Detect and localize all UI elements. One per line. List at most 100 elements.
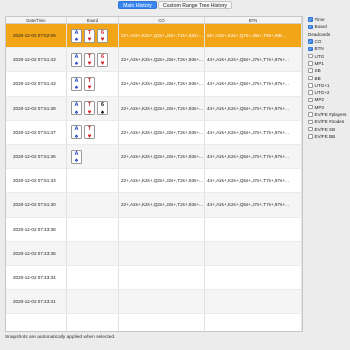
cell-board xyxy=(67,241,119,265)
column-option: Deadcards xyxy=(308,31,350,38)
checkbox-unchecked[interactable] xyxy=(308,97,313,103)
column-option[interactable]: UTG+2 xyxy=(308,89,350,96)
column-option[interactable]: EV/FE #nodes xyxy=(308,118,350,125)
column-header-board[interactable]: Board xyxy=(67,17,119,23)
table-row[interactable]: 2020-12-02 07:43:31 xyxy=(6,290,302,315)
table-row[interactable]: 2020-12-02 07:43:38 xyxy=(6,217,302,242)
playing-card: 6 ♥ xyxy=(97,28,108,43)
checkbox-unchecked[interactable] xyxy=(308,90,313,95)
cell-time: 2020-12-02 07:51:43 xyxy=(6,48,67,72)
tab-custom-range-tree-history[interactable]: Custom Range Tree History xyxy=(157,1,232,9)
column-option-label: EV/FE BB xyxy=(314,133,336,139)
cell-time: 2020-12-02 07:51:38 xyxy=(6,96,67,120)
column-option[interactable]: EV/FE #players xyxy=(308,111,350,118)
column-option[interactable]: ✓ Board xyxy=(308,23,350,30)
column-option-label: EV/FE SB xyxy=(314,126,336,132)
playing-card: A ♠ xyxy=(71,76,82,91)
checkbox-unchecked[interactable] xyxy=(308,119,313,125)
checkbox-checked[interactable]: ✓ xyxy=(308,39,313,44)
cell-co-range xyxy=(119,217,205,241)
checkbox-unchecked[interactable] xyxy=(308,53,313,59)
cell-time: 2020-12-02 07:51:37 xyxy=(6,120,67,144)
cell-co-range xyxy=(119,314,205,331)
table-row[interactable]: 2020-12-02 07:51:30 22+,A2s+,K2s+,Q2s+,J2… xyxy=(6,193,302,218)
cell-board xyxy=(67,265,119,290)
table-row[interactable] xyxy=(6,314,302,331)
checkbox-unchecked[interactable] xyxy=(308,68,313,73)
cell-time: 2020-12-02 07:51:33 xyxy=(6,169,67,193)
column-option[interactable]: MP3 xyxy=(308,104,350,111)
cell-btn-range xyxy=(205,314,302,331)
column-option-label: MP3 xyxy=(314,104,324,110)
cell-board xyxy=(67,169,119,193)
checkbox-checked[interactable]: ✓ xyxy=(308,47,313,52)
cell-board xyxy=(67,193,119,217)
column-header-co[interactable]: CO xyxy=(119,17,205,23)
column-header-btn[interactable]: BTN xyxy=(205,17,302,23)
cell-btn-range: 44+,A2s+,K2s+,Q5s+,J7s+,T7s+,97s+... xyxy=(205,169,302,193)
card-suit-icon: ♥ xyxy=(87,36,92,44)
card-suit-icon: ♥ xyxy=(87,108,92,116)
card-suit-icon: ♥ xyxy=(87,60,92,68)
playing-card: T ♥ xyxy=(84,76,95,91)
cell-board: A ♠ T ♥ 6 ♥ xyxy=(67,24,119,48)
column-option-label: MP2 xyxy=(314,97,324,103)
card-suit-icon: ♠ xyxy=(74,36,79,44)
column-option-label: EV/FE #players xyxy=(314,112,347,117)
column-option-label: UTG xyxy=(314,53,325,59)
column-option-label: CO xyxy=(314,39,322,45)
column-option[interactable]: UTG+1 xyxy=(308,82,350,89)
table-row[interactable]: 2020-12-02 07:51:38 A ♠ T ♥ 6 ♠ 22+,A2s+,K2s+,Q… xyxy=(6,96,302,121)
column-option[interactable]: ✓ CO xyxy=(308,38,350,45)
checkbox-unchecked[interactable] xyxy=(308,104,313,110)
checkbox-unchecked[interactable] xyxy=(308,134,313,139)
column-option[interactable]: MP2 xyxy=(308,96,350,103)
cell-time: 2020-12-02 07:43:36 xyxy=(6,241,67,265)
column-option[interactable]: UTG xyxy=(308,52,350,59)
card-suit-icon: ♠ xyxy=(74,108,79,116)
history-table: Date/Time Board CO BTN 2020-12-02 07:52:… xyxy=(5,16,303,332)
column-option[interactable]: SB xyxy=(308,67,350,74)
column-option-label: Board xyxy=(314,24,327,30)
playing-card: T ♥ xyxy=(84,28,95,44)
table-row[interactable]: 2020-12-02 07:51:43 A ♠ T ♥ 22+,A2s+,K2s+,Q2s… xyxy=(6,72,302,97)
checkbox-unchecked[interactable] xyxy=(308,61,313,66)
column-option-label: Deadcards xyxy=(308,31,331,37)
table-row[interactable]: 2020-12-02 07:43:34 xyxy=(6,265,302,291)
column-options-panel: ✓ Time ✓ Board Deadcards ✓ CO ✓ BTN UTG MP1 SB BB UTG… xyxy=(308,16,350,140)
cell-btn-range: 44+,A2s+,K2s+,Q5s+,J7s+,T7s+,97s+... xyxy=(205,72,302,96)
table-body: 2020-12-02 07:52:09 A ♠ T ♥ 6 ♥ 22+,A2s+,K2s+,Q… xyxy=(6,24,302,331)
checkbox-unchecked[interactable] xyxy=(308,112,313,117)
table-row[interactable]: 2020-12-02 07:51:36 A ♠ 22+,A2s+,K2s+,Q2s+,… xyxy=(6,144,302,170)
column-option-label: MP1 xyxy=(314,60,324,66)
tab-main-history[interactable]: Main History xyxy=(118,1,157,9)
cell-co-range xyxy=(119,265,205,290)
column-option[interactable]: EV/FE SB xyxy=(308,125,350,132)
checkbox-checked[interactable]: ✓ xyxy=(308,25,313,30)
cell-btn-range xyxy=(205,241,302,265)
table-row[interactable]: 2020-12-02 07:51:43 A ♠ T ♥ 6 ♥ 22+,A2s+,K2s+,Q… xyxy=(6,48,302,73)
column-option[interactable]: MP1 xyxy=(308,60,350,67)
checkbox-unchecked[interactable] xyxy=(308,75,313,81)
table-row[interactable]: 2020-12-02 07:52:09 A ♠ T ♥ 6 ♥ 22+,A2s+,K2s+,Q… xyxy=(6,24,302,49)
column-header-time[interactable]: Date/Time xyxy=(6,17,67,23)
playing-card: 6 ♥ xyxy=(97,52,108,68)
table-row[interactable]: 2020-12-02 07:43:36 xyxy=(6,241,302,266)
checkbox-unchecked[interactable] xyxy=(308,126,313,132)
playing-card: A ♠ xyxy=(71,52,82,67)
table-row[interactable]: 2020-12-02 07:51:33 22+,A2s+,K2s+,Q2s+,J2… xyxy=(6,169,302,194)
cell-time: 2020-12-02 07:51:30 xyxy=(6,193,67,217)
card-suit-icon: ♥ xyxy=(100,60,105,68)
column-option[interactable]: ✓ BTN xyxy=(308,45,350,52)
checkbox-checked[interactable]: ✓ xyxy=(308,17,313,22)
playing-card: 6 ♠ xyxy=(97,101,108,116)
column-option-label: EV/FE #nodes xyxy=(314,119,345,125)
playing-card: A ♠ xyxy=(71,101,82,116)
column-option[interactable]: EV/FE BB xyxy=(308,133,350,140)
cell-time xyxy=(6,314,67,331)
column-option[interactable]: BB xyxy=(308,74,350,81)
cell-co-range: 22+,A2s+,K2s+,Q2s+,J2s+,T2s+,93s+... xyxy=(119,24,205,48)
table-row[interactable]: 2020-12-02 07:51:37 A ♠ T ♥ 22+,A2s+,K2s+,Q2s… xyxy=(6,120,302,145)
checkbox-unchecked[interactable] xyxy=(308,83,313,88)
column-option[interactable]: ✓ Time xyxy=(308,16,350,23)
